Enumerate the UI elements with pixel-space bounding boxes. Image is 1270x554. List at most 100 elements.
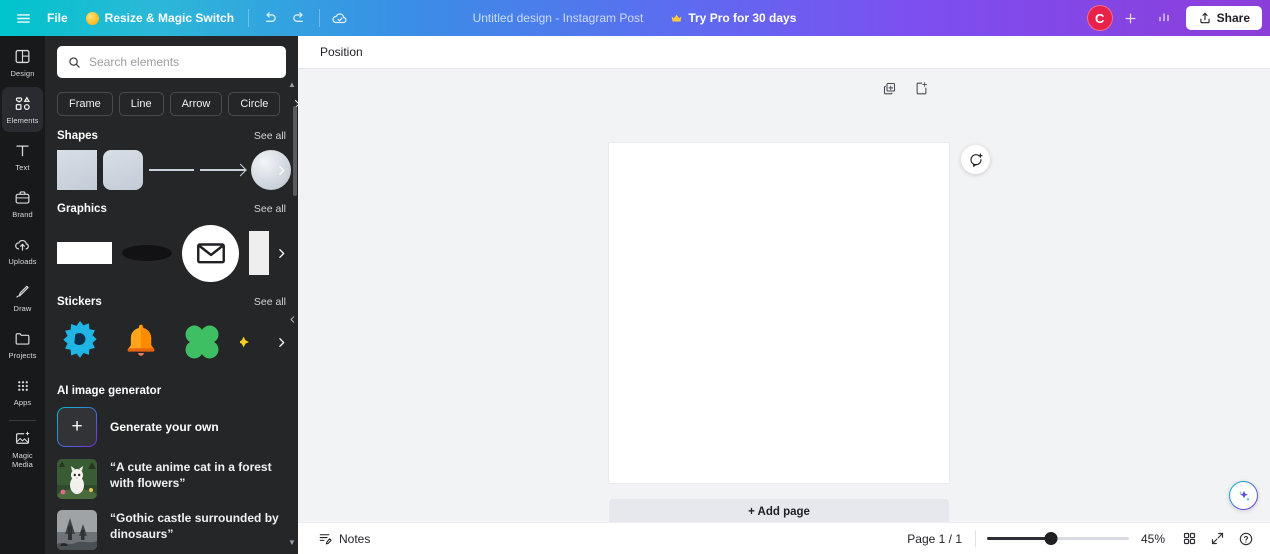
see-all-stickers[interactable]: See all [254, 296, 286, 308]
add-comment-button[interactable] [961, 145, 990, 174]
chip-circle[interactable]: Circle [228, 92, 281, 116]
folder-icon [15, 333, 30, 345]
rail-divider [9, 420, 36, 421]
section-stickers: Stickers See all [45, 283, 298, 368]
shapes-row [45, 150, 298, 190]
top-bar-right: C Share [1086, 0, 1262, 36]
sidebar-item-brand[interactable]: Brand [2, 181, 43, 226]
resize-magic-switch-button[interactable]: Resize & Magic Switch [77, 5, 243, 31]
sidebar-item-magic-media[interactable]: Magic Media [2, 426, 43, 471]
plus-icon[interactable] [1116, 3, 1146, 33]
notes-label: Notes [339, 531, 371, 546]
crown-icon [671, 14, 682, 21]
chip-line[interactable]: Line [118, 92, 164, 116]
resize-label: Resize & Magic Switch [104, 11, 235, 25]
zoom-knob[interactable] [1044, 532, 1058, 545]
section-title: Shapes [57, 130, 98, 142]
upload-icon [1200, 12, 1210, 24]
sidebar-item-uploads[interactable]: Uploads [2, 228, 43, 273]
graphic-dark-blob[interactable] [122, 245, 172, 261]
cloud-saved-icon[interactable] [325, 3, 355, 33]
panel-collapse-button[interactable] [286, 294, 298, 344]
panel-scroll-down-icon[interactable]: ▼ [286, 536, 298, 548]
magic-media-icon [15, 431, 30, 444]
generate-your-own-button[interactable]: + Generate your own [45, 407, 298, 459]
elements-panel: Frame Line Arrow Circle Shapes See all [45, 36, 298, 554]
chip-frame[interactable]: Frame [57, 92, 113, 116]
sidebar-item-projects[interactable]: Projects [2, 322, 43, 367]
sticker-orange-bell[interactable] [118, 319, 164, 365]
sidebar-item-apps[interactable]: Apps [2, 369, 43, 414]
sticker-blue-starburst[interactable] [57, 319, 103, 365]
editor-area: Position + Add page [298, 36, 1270, 554]
zoom-slider[interactable] [987, 532, 1129, 546]
toolbar-divider-1 [248, 9, 250, 27]
design-canvas-page[interactable] [609, 143, 949, 483]
plus-icon: + [57, 407, 97, 447]
ai-prompt-item[interactable]: “A cute anime cat in a forest with flowe… [45, 459, 298, 510]
bottom-bar-divider [975, 530, 976, 547]
sidebar-item-draw[interactable]: Draw [2, 275, 43, 320]
chip-arrow[interactable]: Arrow [169, 92, 223, 116]
bar-chart-icon[interactable] [1149, 3, 1179, 33]
chevron-left-icon [290, 315, 295, 323]
canvas-area[interactable]: + Add page [298, 69, 1270, 554]
panel-scrollbar[interactable] [293, 106, 297, 196]
search-icon [69, 56, 80, 68]
sidebar-item-label: Draw [13, 304, 32, 313]
search-input[interactable] [89, 55, 276, 69]
graphic-white-rectangle[interactable] [57, 242, 112, 264]
redo-icon[interactable] [284, 3, 314, 33]
shapes-next-icon[interactable] [272, 161, 290, 179]
search-area [45, 46, 298, 78]
panel-scroll-up-icon[interactable]: ▲ [286, 78, 298, 90]
document-title[interactable]: Untitled design - Instagram Post [465, 7, 652, 29]
search-box[interactable] [57, 46, 286, 78]
section-shapes: Shapes See all [45, 117, 298, 190]
ai-prompt-thumbnail [57, 510, 97, 550]
expand-icon[interactable] [1205, 526, 1230, 551]
editor-toolbar: Position [298, 36, 1270, 69]
shape-square[interactable] [57, 150, 97, 190]
duplicate-page-icon[interactable] [878, 77, 900, 99]
try-pro-button[interactable]: Try Pro for 30 days [661, 7, 805, 29]
notes-icon [319, 534, 332, 545]
graphics-row [45, 223, 298, 283]
avatar[interactable]: C [1086, 5, 1113, 31]
hamburger-icon[interactable] [8, 3, 38, 33]
undo-icon[interactable] [254, 3, 284, 33]
ai-prompt-item[interactable]: “Gothic castle surrounded by dinosaurs” [45, 510, 298, 554]
notes-button[interactable]: Notes [310, 526, 378, 551]
magic-switch-icon [85, 11, 99, 25]
pen-icon [16, 285, 29, 298]
position-button[interactable]: Position [311, 40, 372, 64]
ai-prompt-thumbnail [57, 459, 97, 499]
canva-assistant-button[interactable] [1229, 481, 1258, 510]
graphic-mail-envelope[interactable] [182, 224, 239, 282]
text-t-icon [16, 145, 29, 157]
sticker-green-clover[interactable] [179, 319, 225, 365]
upload-cloud-icon [15, 239, 29, 251]
sidebar-item-label: Brand [12, 210, 33, 219]
graphics-next-icon[interactable] [272, 244, 290, 262]
sticker-yellow-sparkle[interactable] [240, 319, 258, 365]
see-all-graphics[interactable]: See all [254, 203, 286, 215]
shape-line[interactable] [149, 150, 194, 190]
file-menu-button[interactable]: File [38, 5, 77, 31]
graphic-white-bar[interactable] [249, 231, 269, 275]
add-page-icon[interactable] [910, 77, 932, 99]
mail-icon [196, 243, 225, 264]
see-all-shapes[interactable]: See all [254, 130, 286, 142]
sidebar-item-label: Design [10, 69, 35, 78]
section-header: Graphics See all [45, 203, 298, 223]
zoom-percent-label: 45% [1140, 531, 1166, 546]
add-page-button[interactable]: + Add page [609, 499, 949, 524]
share-button[interactable]: Share [1185, 6, 1262, 30]
sidebar-item-elements[interactable]: Elements [2, 87, 43, 132]
sidebar-item-design[interactable]: Design [2, 40, 43, 85]
help-circle-icon[interactable] [1233, 526, 1258, 551]
shape-rounded-square[interactable] [103, 150, 143, 190]
shape-arrow[interactable] [200, 150, 245, 190]
grid-view-icon[interactable] [1177, 526, 1202, 551]
sidebar-item-text[interactable]: Text [2, 134, 43, 179]
